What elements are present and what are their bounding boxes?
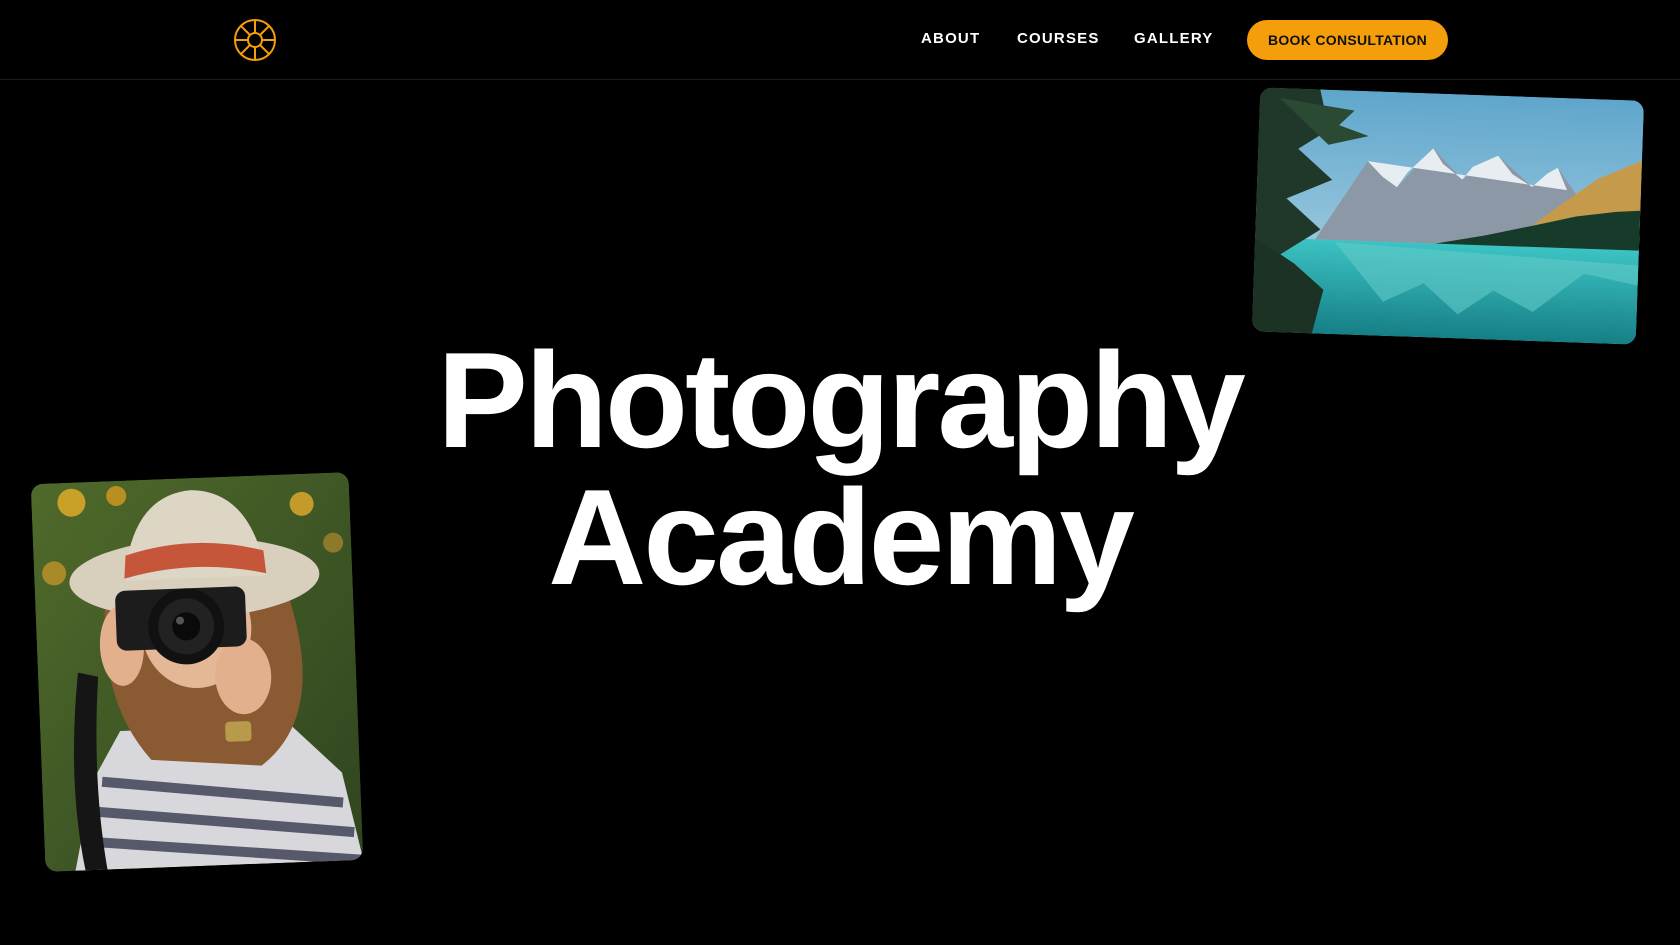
nav-link-about[interactable]: ABOUT — [921, 30, 980, 47]
aperture-logo-icon[interactable] — [233, 18, 277, 62]
nav-link-courses[interactable]: COURSES — [1017, 30, 1100, 47]
lake-mountains-photo — [1251, 87, 1645, 345]
navbar: ABOUT COURSES GALLERY BOOK CONSULTATION — [0, 0, 1680, 80]
hero-title-line-1: Photography — [437, 324, 1246, 476]
photographer-photo — [30, 472, 364, 872]
nav-link-gallery[interactable]: GALLERY — [1134, 30, 1214, 47]
book-consultation-button[interactable]: BOOK CONSULTATION — [1247, 20, 1448, 60]
